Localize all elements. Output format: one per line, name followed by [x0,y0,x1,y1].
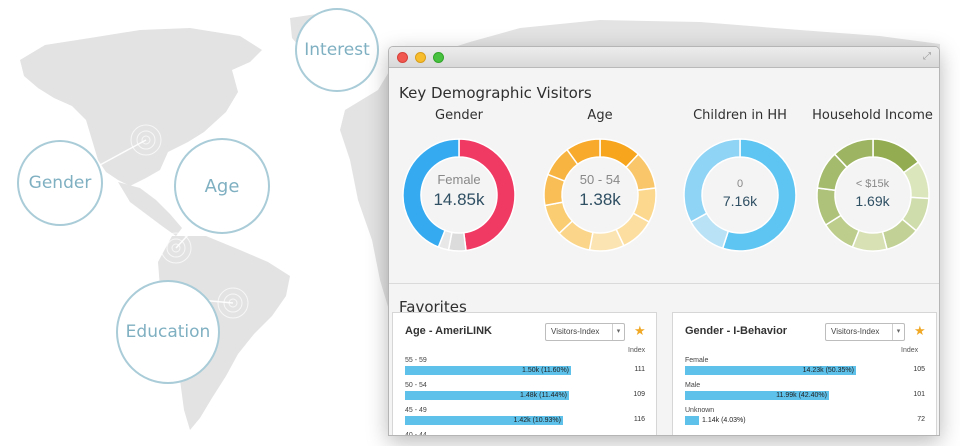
chart-title: Children in HH [693,108,787,123]
select-value: Visitors-Index [831,327,880,336]
key-demographics-title: Key Demographic Visitors [399,84,592,102]
window-content: Key Demographic Visitors Gender Female 1… [389,68,939,316]
chart-title: Age [587,108,613,123]
donut-center-label: 50 - 54 [579,172,621,187]
row-label: 45 - 49 [405,407,427,414]
donut-center-label: < $15k [855,178,890,190]
row-label: Female [685,357,709,364]
donut-center-value: 1.38k [579,190,621,209]
row-label: 55 - 59 [405,357,427,364]
metric-select[interactable]: Visitors-Index ▾ [545,323,625,341]
key-demographics-charts: Gender Female 14.85k Age 50 - 54 1.38k C… [389,108,939,283]
row-label: Unknown [685,407,715,414]
favorite-row[interactable]: 45 - 49 1.42k (10.93%) 116 [405,407,645,431]
close-icon[interactable] [397,52,408,63]
gender-label: Gender [28,173,92,193]
age-label: Age [204,175,240,197]
central-america-shape [118,182,182,236]
row-index: 105 [913,366,925,373]
window-titlebar[interactable]: ⤢ [389,47,939,68]
favorites-panel-age: Age - AmeriLINK Visitors-Index ▾ ★ Index… [392,312,657,436]
row-label: Male [685,382,701,389]
row-index: 109 [633,391,645,398]
row-value: 1.50k (11.60%) [522,367,569,374]
select-value: Visitors-Index [551,327,600,336]
chevron-down-icon: ▾ [892,324,904,340]
favorite-row[interactable]: Unknown 1.14k (4.03%) 72 [685,407,925,431]
interest-bubble[interactable]: Interest [295,8,379,92]
favorite-row[interactable]: Female 14.23k (50.35%) 105 [685,357,925,381]
row-value: 1.48k (11.44%) [520,392,567,399]
index-header: Index [628,347,646,354]
gender-chart[interactable]: Gender Female 14.85k [394,108,524,254]
interest-label: Interest [304,40,370,60]
donut-center-label: Female [437,172,481,187]
favorite-row[interactable]: Male 11.99k (42.40%) 101 [685,382,925,406]
donut-center-label: 0 [736,178,744,190]
metric-select[interactable]: Visitors-Index ▾ [825,323,905,341]
chevron-down-icon: ▾ [612,324,624,340]
donut: < $15k 1.69k [814,136,932,254]
demographics-window: ⤢ Key Demographic Visitors Gender Female… [388,46,940,436]
donut: 0 7.16k [681,136,799,254]
row-value: 14.23k (50.35%) [802,367,854,374]
row-label: 50 - 54 [405,382,427,389]
donut-center-value: 1.69k [855,193,890,209]
row-value: 1.42k (10.93%) [513,417,561,424]
favorites-panel-gender: Gender - I-Behavior Visitors-Index ▾ ★ I… [672,312,937,435]
income-chart[interactable]: Household Income < $15k 1.69k [805,108,939,254]
row-value: 1.14k (4.03%) [702,417,746,424]
favorite-row[interactable]: 55 - 59 1.50k (11.60%) 111 [405,357,645,381]
age-chart[interactable]: Age 50 - 54 1.38k [535,108,665,254]
row-value: 11.99k (42.40%) [776,392,827,399]
panel-title: Gender - I-Behavior [685,325,788,337]
chart-title: Gender [435,108,483,123]
donut-center-value: 14.85k [433,190,485,209]
row-label: 40 - 44 [405,432,427,436]
education-label: Education [125,322,211,342]
row-index: 72 [917,416,925,423]
star-icon[interactable]: ★ [634,323,646,339]
favorite-row[interactable]: 40 - 44 [405,432,645,436]
education-bubble[interactable]: Education [116,280,220,384]
donut: 50 - 54 1.38k [541,136,659,254]
favorite-row[interactable]: 50 - 54 1.48k (11.44%) 109 [405,382,645,406]
children-chart[interactable]: Children in HH 0 7.16k [675,108,805,254]
row-index: 116 [633,416,645,423]
star-icon[interactable]: ★ [914,323,926,339]
age-bubble[interactable]: Age [174,138,270,234]
chart-title: Household Income [812,108,933,123]
gender-bubble[interactable]: Gender [17,140,103,226]
row-index: 111 [634,366,645,373]
panel-title: Age - AmeriLINK [405,325,492,337]
row-index: 101 [913,391,925,398]
resize-icon[interactable]: ⤢ [923,51,931,62]
minimize-icon[interactable] [415,52,426,63]
row-bar [685,416,699,425]
zoom-icon[interactable] [433,52,444,63]
donut: Female 14.85k [400,136,518,254]
index-header: Index [901,347,919,354]
donut-center-value: 7.16k [722,193,758,209]
